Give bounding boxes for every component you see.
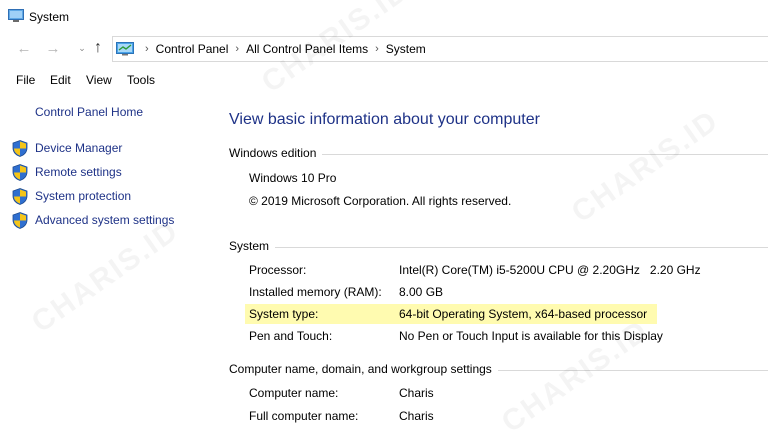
- row-value: Charis: [399, 409, 434, 423]
- system-type-row: System type: 64-bit Operating System, x6…: [245, 304, 657, 324]
- control-panel-home-link[interactable]: Control Panel Home: [35, 105, 143, 119]
- full-computer-name-row: Full computer name: Charis: [245, 406, 434, 426]
- system-protection-label: System protection: [35, 189, 132, 203]
- system-monitor-icon: [8, 9, 24, 22]
- control-panel-icon: [116, 42, 134, 56]
- menu-view[interactable]: View: [86, 73, 112, 87]
- remote-settings-link[interactable]: Remote settings: [12, 163, 122, 181]
- watermark: CHARIS.ID: [566, 104, 726, 230]
- row-label: Installed memory (RAM):: [249, 285, 382, 299]
- system-protection-link[interactable]: System protection: [12, 187, 131, 205]
- title-bar: System: [0, 0, 768, 34]
- row-value: 64-bit Operating System, x64-based proce…: [399, 307, 648, 321]
- advanced-system-settings-label: Advanced system settings: [35, 213, 175, 227]
- uac-shield-icon: [12, 211, 28, 229]
- row-value: 8.00 GB: [399, 285, 444, 299]
- section-divider: [322, 153, 768, 155]
- row-label: Computer name:: [249, 386, 339, 400]
- recent-locations-chevron-icon[interactable]: ⌄: [77, 38, 87, 58]
- system-section: System: [229, 239, 768, 253]
- section-title: Computer name, domain, and workgroup set…: [229, 362, 492, 376]
- back-arrow-icon[interactable]: ←: [14, 38, 34, 58]
- uac-shield-icon: [12, 163, 28, 181]
- section-divider: [275, 246, 768, 248]
- breadcrumb-all-items[interactable]: All Control Panel Items: [246, 42, 368, 56]
- pen-touch-row: Pen and Touch: No Pen or Touch Input is …: [245, 326, 663, 346]
- uac-shield-icon: [12, 187, 28, 205]
- breadcrumb-separator-icon: ›: [235, 43, 240, 55]
- computer-name-section: Computer name, domain, and workgroup set…: [229, 362, 768, 376]
- section-title: System: [229, 239, 270, 253]
- navigation-bar: ← → ⌄ ↑ › Control Panel › All Control Pa…: [0, 34, 768, 62]
- page-title: View basic information about your comput…: [229, 111, 540, 128]
- section-title: Windows edition: [229, 146, 317, 160]
- menu-edit[interactable]: Edit: [50, 73, 71, 87]
- edition-name: Windows 10 Pro: [249, 171, 337, 185]
- copyright-text: © 2019 Microsoft Corporation. All rights…: [249, 194, 512, 208]
- section-divider: [497, 369, 768, 371]
- remote-settings-label: Remote settings: [35, 165, 122, 179]
- menu-tools[interactable]: Tools: [127, 73, 155, 87]
- breadcrumb-separator-icon: ›: [145, 43, 149, 55]
- device-manager-label: Device Manager: [35, 141, 123, 155]
- row-label: System type:: [249, 307, 319, 321]
- row-value: Charis: [399, 386, 434, 400]
- memory-row: Installed memory (RAM): 8.00 GB: [245, 282, 443, 302]
- window-title: System: [29, 10, 70, 24]
- watermark: CHARIS.ID: [26, 214, 186, 340]
- row-value: Intel(R) Core(TM) i5-5200U CPU @ 2.20GHz…: [399, 263, 701, 277]
- forward-arrow-icon[interactable]: →: [43, 38, 63, 58]
- row-label: Processor:: [249, 263, 307, 277]
- row-label: Pen and Touch:: [249, 329, 333, 343]
- menu-file[interactable]: File: [16, 73, 35, 87]
- row-label: Full computer name:: [249, 409, 359, 423]
- windows-edition-section: Windows edition: [229, 146, 768, 160]
- breadcrumb-system[interactable]: System: [386, 42, 426, 56]
- computer-name-row: Computer name: Charis: [245, 383, 434, 403]
- uac-shield-icon: [12, 139, 28, 157]
- breadcrumb-control-panel[interactable]: Control Panel: [156, 42, 229, 56]
- address-bar[interactable]: › Control Panel › All Control Panel Item…: [112, 36, 768, 62]
- breadcrumb-separator-icon: ›: [375, 43, 379, 55]
- up-arrow-icon[interactable]: ↑: [88, 38, 108, 58]
- device-manager-link[interactable]: Device Manager: [12, 139, 122, 157]
- row-value: No Pen or Touch Input is available for t…: [399, 329, 663, 343]
- advanced-system-settings-link[interactable]: Advanced system settings: [12, 211, 174, 229]
- processor-row: Processor: Intel(R) Core(TM) i5-5200U CP…: [245, 260, 701, 280]
